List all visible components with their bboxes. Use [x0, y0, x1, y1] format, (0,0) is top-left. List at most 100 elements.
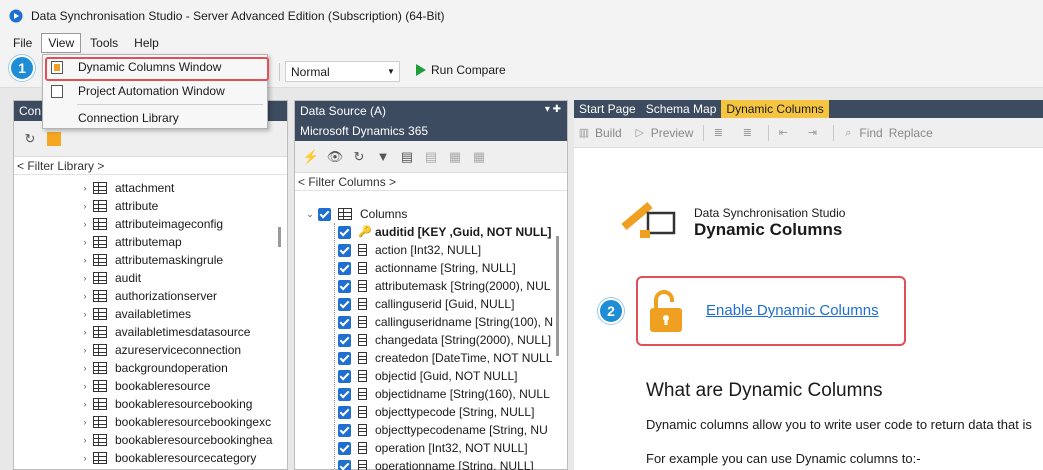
column-row[interactable]: operationname [String, NULL] [295, 457, 553, 470]
menu-view[interactable]: View [41, 32, 82, 53]
plug-icon[interactable]: ⚡ [303, 149, 319, 165]
chevron-right-icon[interactable]: › [80, 363, 90, 373]
chevron-right-icon[interactable]: › [80, 183, 90, 193]
table-name: attributemap [115, 235, 182, 249]
table-row[interactable]: › attributemap [14, 233, 274, 251]
column-row[interactable]: operation [Int32, NOT NULL] [295, 439, 553, 457]
menu-tools[interactable]: Tools [83, 33, 125, 53]
column-checkbox[interactable] [338, 315, 351, 329]
column-checkbox[interactable] [338, 405, 351, 419]
column-row[interactable]: callinguseridname [String(100), N [295, 313, 553, 331]
column-checkbox[interactable] [338, 243, 351, 257]
tab-dynamic-columns[interactable]: Dynamic Columns [721, 100, 829, 118]
tab-start-page[interactable]: Start Page [574, 100, 641, 118]
chevron-down-icon[interactable]: ⌄ [305, 209, 315, 220]
column-row[interactable]: action [Int32, NULL] [295, 241, 553, 259]
chevron-right-icon[interactable]: › [80, 435, 90, 445]
column-checkbox[interactable] [338, 369, 351, 383]
column-row[interactable]: objecttypecode [String, NULL] [295, 403, 553, 421]
grid-remove-icon[interactable]: ▦ [471, 149, 487, 165]
table-row[interactable]: › attachment [14, 179, 274, 197]
uncomment-button[interactable]: ≣ [741, 127, 758, 139]
enable-dynamic-columns-link[interactable]: Enable Dynamic Columns [706, 302, 879, 319]
menu-item-connection-library[interactable]: Connection Library [43, 106, 267, 130]
outdent-button[interactable]: ⇤ [777, 127, 794, 139]
table-row[interactable]: › bookableresourcebooking [14, 395, 274, 413]
column-row[interactable]: changedata [String(2000), NULL] [295, 331, 553, 349]
column-checkbox[interactable] [338, 387, 351, 401]
left-scrollbar[interactable] [276, 179, 284, 470]
run-compare-button[interactable]: Run Compare [416, 63, 506, 77]
step-badge-1: 1 [9, 55, 35, 81]
chevron-right-icon[interactable]: › [80, 291, 90, 301]
table-row[interactable]: › azureserviceconnection [14, 341, 274, 359]
zoom-select[interactable]: Normal ▼ [285, 61, 400, 82]
table-row[interactable]: › bookableresourcebookingexc [14, 413, 274, 431]
columns-checkbox[interactable] [318, 207, 331, 221]
column-icon [358, 370, 367, 382]
column-row[interactable]: actionname [String, NULL] [295, 259, 553, 277]
find-button[interactable]: ⌕ Find [842, 126, 882, 140]
table-row[interactable]: › bookableresource [14, 377, 274, 395]
column-row[interactable]: 🔑 auditid [KEY ,Guid, NOT NULL] [295, 223, 553, 241]
column-row[interactable]: createdon [DateTime, NOT NULL [295, 349, 553, 367]
menu-help[interactable]: Help [127, 33, 166, 53]
add-column-icon[interactable]: ▤ [399, 149, 415, 165]
chevron-right-icon[interactable]: › [80, 273, 90, 283]
table-row[interactable]: › audit [14, 269, 274, 287]
chevron-right-icon[interactable]: › [80, 453, 90, 463]
column-checkbox[interactable] [338, 351, 351, 365]
remove-column-icon[interactable]: ▤ [423, 149, 439, 165]
chevron-right-icon[interactable]: › [80, 327, 90, 337]
column-row[interactable]: attributemask [String(2000), NUL [295, 277, 553, 295]
table-row[interactable]: › attributemaskingrule [14, 251, 274, 269]
chevron-right-icon[interactable]: › [80, 219, 90, 229]
replace-button[interactable]: Replace [889, 126, 933, 140]
filter-columns-input[interactable]: < Filter Columns > [295, 173, 567, 191]
table-row[interactable]: › availabletimesdatasource [14, 323, 274, 341]
table-row[interactable]: › availabletimes [14, 305, 274, 323]
chevron-right-icon[interactable]: › [80, 309, 90, 319]
preview-button[interactable]: ▷ Preview [634, 126, 693, 140]
chevron-right-icon[interactable]: › [80, 417, 90, 427]
menu-file[interactable]: File [6, 33, 39, 53]
filter-icon[interactable]: ▼ [375, 149, 391, 165]
refresh-icon[interactable]: ↻ [351, 149, 367, 165]
column-checkbox[interactable] [338, 423, 351, 437]
column-checkbox[interactable] [338, 333, 351, 347]
pin-icon[interactable]: ▾ ✚ [545, 104, 561, 115]
chevron-right-icon[interactable]: › [80, 381, 90, 391]
column-checkbox[interactable] [338, 459, 351, 470]
chevron-right-icon[interactable]: › [80, 345, 90, 355]
build-button[interactable]: ▥ Build [578, 126, 622, 140]
column-row[interactable]: callinguserid [Guid, NULL] [295, 295, 553, 313]
column-row[interactable]: objectid [Guid, NOT NULL] [295, 367, 553, 385]
column-row[interactable]: objecttypecodename [String, NU [295, 421, 553, 439]
table-row[interactable]: › bookableresourcecategory [14, 449, 274, 467]
column-checkbox[interactable] [338, 441, 351, 455]
indent-button[interactable]: ⇥ [806, 127, 823, 139]
eye-icon[interactable]: 👁 [327, 149, 344, 165]
table-row[interactable]: › bookableresourcebookinghea [14, 431, 274, 449]
filter-library-input[interactable]: < Filter Library > [14, 157, 287, 175]
tab-schema-map[interactable]: Schema Map [641, 100, 722, 118]
column-checkbox[interactable] [338, 279, 351, 293]
table-row[interactable]: › attributeimageconfig [14, 215, 274, 233]
column-checkbox[interactable] [338, 225, 351, 239]
menu-item-project-automation-window[interactable]: Project Automation Window [43, 79, 267, 103]
chevron-right-icon[interactable]: › [80, 237, 90, 247]
comment-button[interactable]: ≣ [712, 127, 729, 139]
column-checkbox[interactable] [338, 297, 351, 311]
chevron-right-icon[interactable]: › [80, 399, 90, 409]
folder-icon[interactable] [46, 131, 62, 147]
chevron-right-icon[interactable]: › [80, 201, 90, 211]
column-checkbox[interactable] [338, 261, 351, 275]
table-row[interactable]: › backgroundoperation [14, 359, 274, 377]
column-row[interactable]: objectidname [String(160), NULL [295, 385, 553, 403]
table-row[interactable]: › attribute [14, 197, 274, 215]
refresh-icon[interactable]: ↻ [22, 131, 38, 147]
columns-root-row[interactable]: ⌄ Columns [295, 205, 553, 223]
chevron-right-icon[interactable]: › [80, 255, 90, 265]
grid-add-icon[interactable]: ▦ [447, 149, 463, 165]
table-row[interactable]: › authorizationserver [14, 287, 274, 305]
